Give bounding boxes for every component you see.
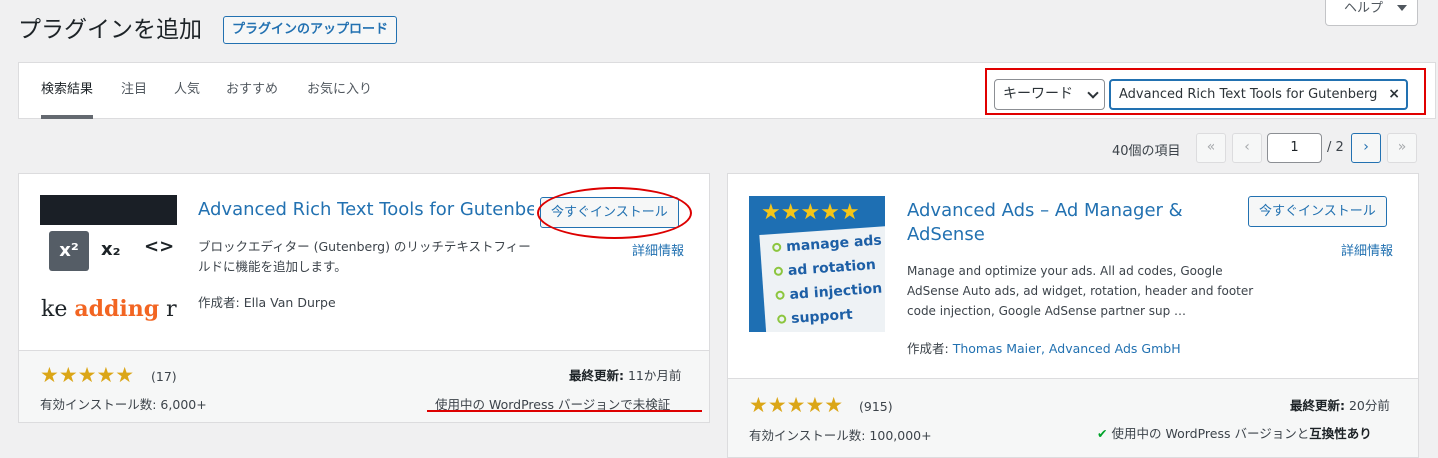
thumb-tagline: ke adding ric (41, 296, 177, 322)
author-name: Ella Van Durpe (243, 295, 336, 310)
rating-count-link[interactable]: (17) (151, 369, 177, 384)
thumb-stars: ★★★★★ (761, 200, 860, 225)
plugin-title-line: AdSense (907, 224, 985, 245)
last-updated-value: 20分前 (1348, 398, 1390, 413)
thumb-list-item: ad injection (775, 281, 883, 304)
star-rating: ★★★★★ (749, 393, 844, 417)
tab-favorites[interactable]: お気に入り (307, 63, 372, 119)
subscript-icon: x₂ (101, 239, 121, 260)
plugin-description: Manage and optimize your ads. All ad cod… (907, 261, 1287, 321)
active-installs: 有効インストール数: 6,000+ (40, 397, 207, 412)
plugin-thumbnail[interactable]: x² x₂ <> ke adding ric (40, 195, 177, 332)
last-page-button[interactable]: » (1387, 133, 1417, 163)
clear-icon[interactable]: × (1388, 81, 1400, 108)
upload-plugin-button[interactable]: プラグインのアップロード (223, 16, 398, 44)
check-circle-icon (773, 266, 784, 277)
tab-popular[interactable]: 人気 (174, 63, 200, 119)
author-name-link[interactable]: Thomas Maier, Advanced Ads GmbH (953, 341, 1181, 356)
author-label: 作成者: (198, 295, 240, 310)
tab-search-results[interactable]: 検索結果 (41, 63, 94, 119)
last-updated-label: 最終更新: (1290, 398, 1345, 413)
thumb-list-item: manage ads (771, 232, 883, 257)
thumb-tag-post: ric (166, 297, 177, 322)
checkmark-icon: ✔ (1097, 426, 1108, 441)
search-input[interactable]: Advanced Rich Text Tools for Gutenberg × (1109, 79, 1408, 110)
description-line: ルドに機能を追加します。 (198, 259, 347, 274)
tab-recommended[interactable]: おすすめ (226, 63, 278, 119)
last-updated-value: 11か月前 (627, 368, 682, 383)
superscript-icon: x² (49, 231, 89, 271)
thumb-list-text: ad rotation (787, 256, 877, 280)
plugin-title-link[interactable]: Advanced Rich Text Tools for Gutenberg (198, 198, 534, 222)
code-icon: <> (144, 236, 175, 257)
compat-underline (427, 410, 702, 412)
filter-bar: 検索結果 注目 人気 おすすめ お気に入り キーワード Advanced Ric… (18, 62, 1436, 119)
plugin-description: ブロックエディター (Gutenberg) のリッチテキストフィー ルドに機能を… (198, 237, 618, 277)
thumb-list-item: ad rotation (773, 257, 876, 280)
plugin-card-footer (728, 378, 1418, 457)
tab-featured[interactable]: 注目 (121, 63, 147, 119)
plugin-title-line: Advanced Ads – Ad Manager & (907, 200, 1183, 221)
thumb-list-text: manage ads (785, 232, 883, 256)
compat-bold: 互換性あり (1309, 426, 1372, 441)
item-count: 40個の項目 (1112, 144, 1181, 159)
description-line: ブロックエディター (Gutenberg) のリッチテキストフィー (198, 239, 531, 254)
install-highlight-ellipse (537, 187, 692, 239)
plugin-title-link[interactable]: Advanced Ads – Ad Manager & AdSense (907, 199, 1183, 247)
description-line: code injection, Google AdSense partner s… (907, 304, 1187, 318)
page-title: プラグインを追加 (18, 17, 202, 43)
help-tab[interactable]: ヘルプ (1325, 0, 1418, 26)
plugin-author: 作成者: Ella Van Durpe (198, 292, 336, 311)
caret-down-icon (1397, 5, 1407, 11)
chevron-down-icon (1087, 87, 1099, 99)
check-circle-icon (771, 242, 782, 253)
thumb-tag-pre: ke (41, 297, 75, 322)
check-circle-icon (776, 314, 787, 324)
help-label: ヘルプ (1344, 1, 1384, 16)
compatibility-ok: ✔ 使用中の WordPress バージョンと互換性あり (1097, 423, 1372, 442)
last-updated: 最終更新: 20分前 (1290, 395, 1390, 414)
star-rating: ★★★★★ (40, 363, 135, 387)
search-query: Advanced Rich Text Tools for Gutenberg (1119, 87, 1378, 102)
plugin-author: 作成者: Thomas Maier, Advanced Ads GmbH (907, 338, 1181, 357)
thumb-dark-band (40, 195, 177, 225)
prev-page-button[interactable]: ‹ (1232, 133, 1262, 163)
next-page-button[interactable]: › (1351, 133, 1381, 163)
description-line: Manage and optimize your ads. All ad cod… (907, 264, 1223, 278)
first-page-button[interactable]: « (1196, 133, 1226, 163)
current-page-input[interactable]: 1 (1267, 133, 1322, 163)
active-installs: 有効インストール数: 100,000+ (749, 428, 932, 443)
last-updated: 最終更新: 11か月前 (569, 365, 681, 384)
description-line: AdSense Auto ads, ad widget, rotation, h… (907, 284, 1254, 298)
install-now-button[interactable]: 今すぐインストール (1248, 196, 1387, 227)
total-pages: / 2 (1327, 140, 1344, 155)
search-type-value: キーワード (1003, 86, 1073, 102)
search-type-select[interactable]: キーワード (994, 79, 1105, 110)
plugin-thumbnail[interactable]: ★★★★★ manage ads ad rotation ad injectio… (749, 196, 885, 332)
rating-count-link[interactable]: (915) (859, 399, 893, 414)
search-area-highlight: キーワード Advanced Rich Text Tools for Guten… (985, 68, 1426, 115)
thumb-list-text: support (790, 306, 854, 327)
more-details-link[interactable]: 詳細情報 (632, 240, 684, 259)
thumb-list-item: support (776, 306, 854, 328)
compat-text: 使用中の WordPress バージョンと (1111, 426, 1310, 441)
more-details-link[interactable]: 詳細情報 (1341, 240, 1393, 259)
thumb-list-text: ad injection (789, 280, 883, 304)
last-updated-label: 最終更新: (569, 368, 624, 383)
thumb-tag-highlight: adding (74, 296, 160, 322)
check-circle-icon (775, 290, 785, 301)
thumb-paper: manage ads ad rotation ad injection supp… (759, 225, 885, 332)
author-label: 作成者: (907, 341, 949, 356)
